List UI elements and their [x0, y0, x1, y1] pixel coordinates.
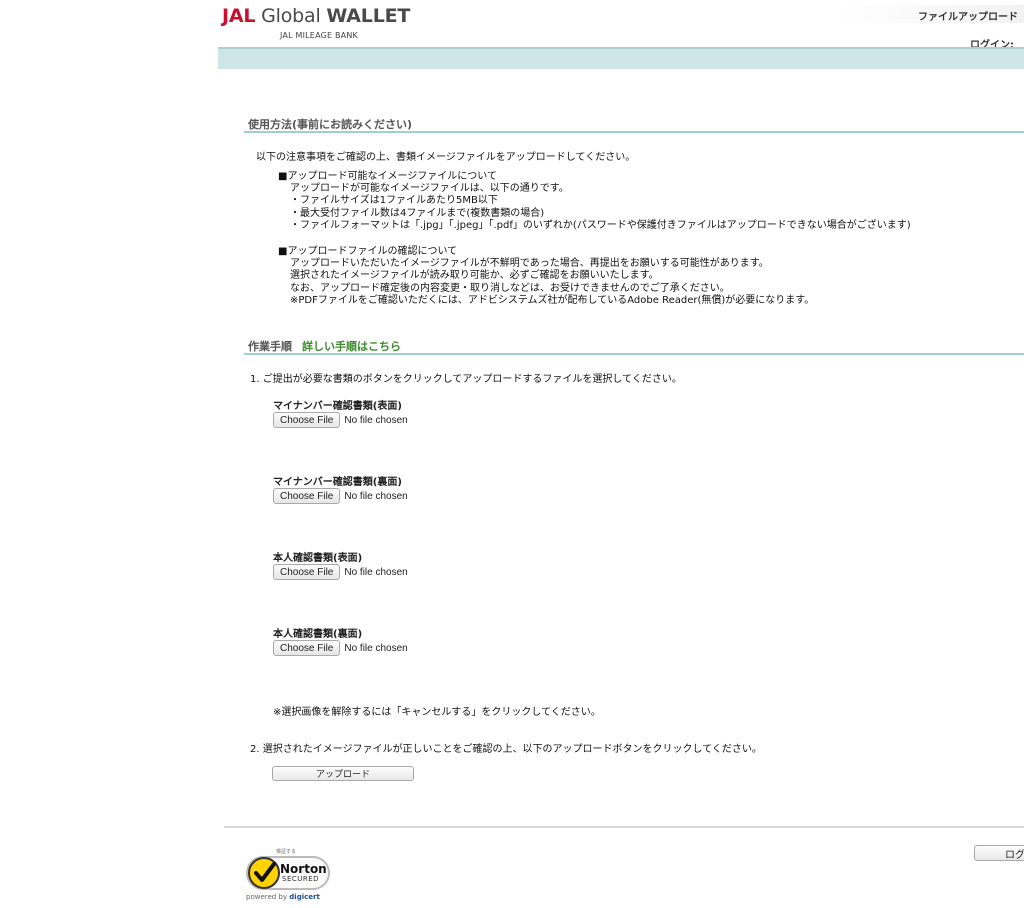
file-status: No file chosen: [344, 490, 408, 502]
upload-format-line: アップロードが可能なイメージファイルは、以下の通りです。: [290, 183, 569, 195]
checkmark-icon: [248, 857, 280, 889]
logo-global: Global: [261, 5, 321, 27]
choose-file-button[interactable]: Choose File: [273, 488, 341, 504]
logo-jal: JAL: [222, 5, 256, 27]
norton-verify-text: 検証する: [276, 849, 297, 855]
upload-button[interactable]: アップロード: [272, 766, 414, 781]
steps-section-rule: [244, 353, 1024, 355]
upload-confirm-notes: ■アップロードファイルの確認について アップロードいただいたイメージファイルが不…: [278, 246, 814, 307]
step2-instruction: 2. 選択されたイメージファイルが正しいことをご確認の上、以下のアップロードボタ…: [250, 744, 762, 755]
upload-format-heading: ■アップロード可能なイメージファイルについて: [278, 171, 497, 182]
cancel-note: ※選択画像を解除するには「キャンセルする」をクリックしてください。: [273, 707, 601, 718]
choose-file-button[interactable]: Choose File: [273, 412, 341, 428]
steps-title: 作業手順: [248, 340, 292, 353]
choose-file-button[interactable]: Choose File: [273, 564, 341, 580]
file-input-id-front: Choose File No file chosen: [273, 564, 408, 580]
norton-powered-by: powered by digicert: [246, 893, 320, 901]
file-input-mynumber-front: Choose File No file chosen: [273, 412, 408, 428]
upload-confirm-line: ※PDFファイルをご確認いただくには、アドビシステムズ社が配布しているAdobe…: [290, 294, 815, 306]
upload-format-line: ・ファイルフォーマットは「.jpg」「.jpeg」「.pdf」のいずれか(パスワ…: [290, 219, 911, 231]
step1-instruction: 1. ご提出が必要な書類のボタンをクリックしてアップロードするファイルを選択して…: [250, 374, 682, 385]
norton-secured-seal[interactable]: 検証する Norton SECURED powered by digicert: [246, 848, 336, 904]
usage-section-rule: [244, 131, 1024, 133]
upload-format-line: ・最大受付ファイル数は4ファイルまで(複数書類の場合): [290, 207, 545, 219]
page: JAL Global WALLET JAL MILEAGE BANK ファイルア…: [218, 0, 1024, 908]
usage-intro: 以下の注意事項をご確認の上、書類イメージファイルをアップロードしてください。: [256, 152, 636, 163]
upload-confirm-heading: ■アップロードファイルの確認について: [278, 246, 458, 257]
logout-button[interactable]: ログ: [974, 845, 1024, 861]
file-label-mynumber-front: マイナンバー確認書類(表面): [273, 401, 402, 412]
powered-by-text: powered by: [246, 893, 288, 901]
upload-confirm-line: なお、アップロード確定後の内容変更・取り消しなどは、お受けできませんのでご了承く…: [290, 282, 730, 294]
norton-secured-text: SECURED: [282, 875, 320, 883]
page-title: ファイルアップロード: [918, 12, 1018, 23]
file-status: No file chosen: [344, 642, 408, 654]
choose-file-button[interactable]: Choose File: [273, 640, 341, 656]
file-status: No file chosen: [344, 566, 408, 578]
header-bar: [218, 47, 1024, 69]
file-status: No file chosen: [344, 414, 408, 426]
norton-name: Norton: [280, 862, 327, 876]
steps-section-title: 作業手順 詳しい手順はこちら: [248, 338, 401, 354]
file-label-id-front: 本人確認書類(表面): [273, 553, 363, 564]
digicert-text: digicert: [289, 893, 320, 901]
footer-rule: [224, 826, 1024, 828]
upload-confirm-line: アップロードいただいたイメージファイルが不鮮明であった場合、再提出をお願いする可…: [290, 258, 769, 270]
upload-format-notes: ■アップロード可能なイメージファイルについて アップロードが可能なイメージファイ…: [278, 171, 911, 232]
upload-confirm-line: 選択されたイメージファイルが読み取り可能か、必ずご確認をお願いいたします。: [290, 270, 659, 282]
usage-section-title: 使用方法(事前にお読みください): [248, 118, 413, 131]
logo-wallet: WALLET: [326, 5, 411, 27]
detailed-steps-link[interactable]: 詳しい手順はこちら: [302, 340, 401, 353]
jal-global-wallet-logo[interactable]: JAL Global WALLET JAL MILEAGE BANK: [222, 5, 411, 40]
file-input-mynumber-back: Choose File No file chosen: [273, 488, 408, 504]
file-label-mynumber-back: マイナンバー確認書類(裏面): [273, 477, 402, 488]
file-input-id-back: Choose File No file chosen: [273, 640, 408, 656]
logo-subtitle: JAL MILEAGE BANK: [280, 31, 358, 40]
file-label-id-back: 本人確認書類(裏面): [273, 629, 363, 640]
upload-format-line: ・ファイルサイズは1ファイルあたり5MB以下: [290, 195, 498, 207]
